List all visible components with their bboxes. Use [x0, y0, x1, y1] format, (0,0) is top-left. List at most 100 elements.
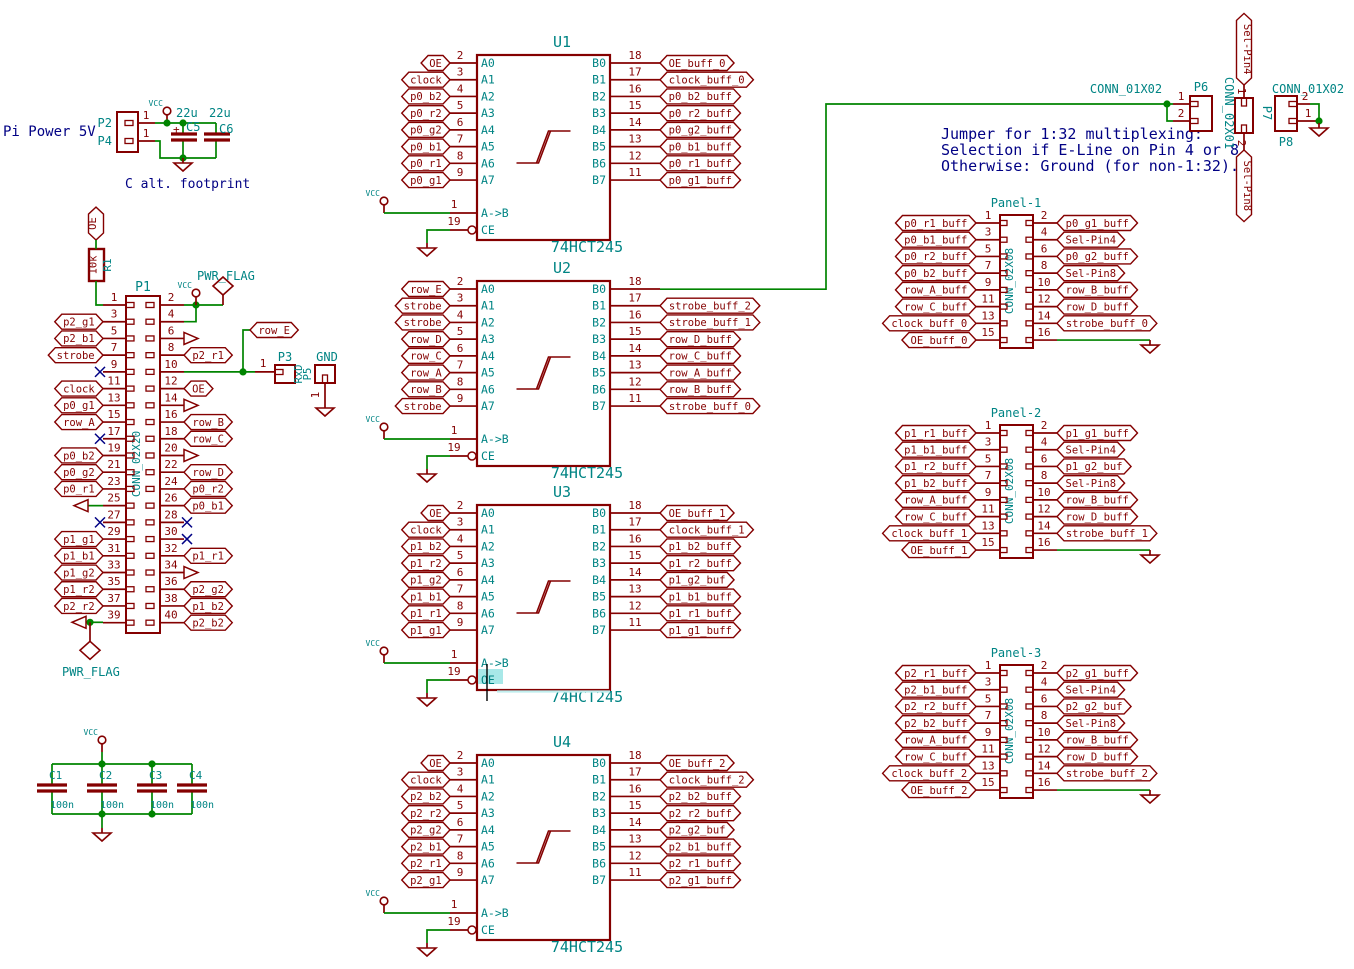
net-label-p1_g1[interactable]: p1_g1	[55, 532, 103, 547]
net-label-p0_b1[interactable]: p0_b1	[184, 498, 232, 513]
net-label-strobe_buff_2[interactable]: strobe_buff_2	[1057, 766, 1157, 781]
net-label-p0_r1[interactable]: p0_r1	[55, 481, 103, 496]
net-label-p0_g1[interactable]: p0_g1	[55, 398, 103, 413]
gnd-power-symbol[interactable]	[1310, 123, 1328, 136]
net-label-row_A_buff[interactable]: row_A_buff	[896, 732, 977, 747]
net-label-p1_g2[interactable]: p1_g2	[55, 565, 103, 580]
net-label-row_C[interactable]: row_C	[184, 431, 232, 446]
net-label-OE_buff_1[interactable]: OE_buff_1	[660, 506, 734, 521]
net-label-clock_buff_2[interactable]: clock_buff_2	[883, 766, 976, 781]
wire[interactable]	[243, 330, 250, 372]
net-label-row_D_buff[interactable]: row_D_buff	[1057, 509, 1138, 524]
net-label-OE[interactable]: OE	[87, 207, 104, 240]
net-label-p1_r1[interactable]: p1_r1	[184, 548, 232, 563]
net-label-p1_r1[interactable]: p1_r1	[402, 606, 450, 621]
capacitor-C3[interactable]	[137, 785, 167, 791]
wire[interactable]	[427, 456, 450, 469]
vcc-power-symbol[interactable]: VCC	[366, 639, 388, 663]
net-label-row_B_buff[interactable]: row_B_buff	[1057, 282, 1138, 297]
net-label-p2_g2[interactable]: p2_g2	[184, 582, 232, 597]
net-label-p1_b1[interactable]: p1_b1	[55, 548, 103, 563]
schematic-sheet[interactable]: Pi Power 5VC alt. footprintJumper for 1:…	[0, 0, 1354, 969]
net-label-p1_b1_buff[interactable]: p1_b1_buff	[896, 442, 977, 457]
net-label-p0_r1_buff[interactable]: p0_r1_buff	[896, 216, 977, 231]
net-label-p2_r1_buff[interactable]: p2_r1_buff	[896, 666, 977, 681]
net-label-strobe[interactable]: strobe	[395, 298, 450, 313]
net-label-p2_r1[interactable]: p2_r1	[184, 348, 232, 363]
net-label-strobe[interactable]: strobe	[48, 348, 103, 363]
net-label-p2_r1[interactable]: p2_r1	[402, 856, 450, 871]
net-label-row_E[interactable]: row_E	[250, 323, 298, 338]
net-label-p2_b1_buff[interactable]: p2_b1_buff	[660, 839, 741, 854]
vcc-power-symbol[interactable]: VCC	[366, 415, 388, 439]
gnd-power-symbol[interactable]	[418, 693, 436, 706]
net-label-p2_g1_buff[interactable]: p2_g1_buff	[660, 873, 741, 888]
net-label-Sel-Pin4[interactable]: Sel-Pin4	[1057, 682, 1125, 697]
net-label-p2_b2[interactable]: p2_b2	[184, 615, 232, 630]
gnd-power-symbol[interactable]	[316, 403, 334, 416]
net-label-p1_g1_buff[interactable]: p1_g1_buff	[1057, 426, 1138, 441]
pwr-flag-symbol[interactable]: PWR_FLAG	[62, 622, 120, 679]
net-label-p0_b1[interactable]: p0_b1	[402, 139, 450, 154]
net-label-strobe[interactable]: strobe	[395, 399, 450, 414]
net-label-row_C_buff[interactable]: row_C_buff	[660, 348, 741, 363]
net-label-Sel-Pin4[interactable]: Sel-Pin4	[1057, 442, 1125, 457]
connector-body-P2-P4[interactable]	[117, 112, 138, 152]
net-label-row_B_buff[interactable]: row_B_buff	[1057, 732, 1138, 747]
net-label-OE[interactable]: OE	[421, 506, 450, 521]
capacitor-C2[interactable]	[87, 785, 117, 791]
net-label-p1_b1[interactable]: p1_b1	[402, 589, 450, 604]
vcc-power-symbol[interactable]: VCC	[149, 99, 171, 123]
net-label-row_D_buff[interactable]: row_D_buff	[1057, 749, 1138, 764]
net-label-p0_b2_buff[interactable]: p0_b2_buff	[896, 266, 977, 281]
net-label-row_D_buff[interactable]: row_D_buff	[660, 332, 741, 347]
note-text[interactable]: Pi Power 5V	[3, 124, 96, 140]
net-label-clock_buff_0[interactable]: clock_buff_0	[883, 316, 976, 331]
net-label-p2_b2_buff[interactable]: p2_b2_buff	[896, 716, 977, 731]
net-label-p2_g2_buf[interactable]: p2_g2_buf	[660, 822, 734, 837]
gnd-power-symbol[interactable]	[1141, 790, 1159, 803]
open-arrow[interactable]	[184, 449, 198, 461]
net-label-row_D[interactable]: row_D	[184, 465, 232, 480]
net-label-p2_r2[interactable]: p2_r2	[402, 806, 450, 821]
net-label-p0_g1_buff[interactable]: p0_g1_buff	[1057, 216, 1138, 231]
net-label-Sel-Pin4[interactable]: Sel-Pin4	[1237, 13, 1254, 85]
net-label-clock_buff_1[interactable]: clock_buff_1	[883, 526, 976, 541]
wire[interactable]	[96, 281, 103, 305]
net-label-strobe_buff_0[interactable]: strobe_buff_0	[1057, 316, 1157, 331]
net-label-p1_r2[interactable]: p1_r2	[402, 556, 450, 571]
gnd-power-symbol[interactable]	[1141, 340, 1159, 353]
vcc-power-symbol[interactable]: VCC	[178, 281, 200, 305]
net-label-p0_r2[interactable]: p0_r2	[184, 481, 232, 496]
net-label-Sel-Pin4[interactable]: Sel-Pin4	[1057, 232, 1125, 247]
capacitor-C1[interactable]	[37, 785, 67, 791]
net-label-row_A[interactable]: row_A	[55, 415, 103, 430]
wire[interactable]	[427, 680, 450, 693]
note-text[interactable]: C alt. footprint	[125, 177, 250, 192]
net-label-strobe_buff_1[interactable]: strobe_buff_1	[1057, 526, 1157, 541]
gnd-power-symbol[interactable]	[174, 158, 192, 171]
net-label-strobe_buff_1[interactable]: strobe_buff_1	[660, 315, 760, 330]
net-label-p2_r2_buff[interactable]: p2_r2_buff	[896, 699, 977, 714]
net-label-p2_b2[interactable]: p2_b2	[402, 789, 450, 804]
net-label-p2_r1_buff[interactable]: p2_r1_buff	[660, 856, 741, 871]
net-label-p2_b1[interactable]: p2_b1	[402, 839, 450, 854]
wire[interactable]	[427, 230, 450, 243]
net-label-p1_b1_buff[interactable]: p1_b1_buff	[660, 589, 741, 604]
gnd-power-symbol[interactable]	[93, 828, 111, 841]
net-label-p2_g1[interactable]: p2_g1	[55, 314, 103, 329]
net-label-row_C_buff[interactable]: row_C_buff	[896, 299, 977, 314]
net-label-p1_b2[interactable]: p1_b2	[402, 539, 450, 554]
net-label-row_A_buff[interactable]: row_A_buff	[896, 282, 977, 297]
wire[interactable]	[427, 930, 450, 943]
net-label-Sel-Pin8[interactable]: Sel-Pin8	[1057, 716, 1125, 731]
net-label-p0_g2[interactable]: p0_g2	[402, 122, 450, 137]
net-label-p0_r2[interactable]: p0_r2	[402, 106, 450, 121]
net-label-Sel-Pin8[interactable]: Sel-Pin8	[1057, 476, 1125, 491]
net-label-p2_g2[interactable]: p2_g2	[402, 822, 450, 837]
open-arrow[interactable]	[72, 616, 86, 628]
gnd-power-symbol[interactable]	[418, 243, 436, 256]
net-label-row_E[interactable]: row_E	[402, 282, 450, 297]
net-label-p0_g1[interactable]: p0_g1	[402, 173, 450, 188]
net-label-strobe_buff_0[interactable]: strobe_buff_0	[660, 399, 760, 414]
